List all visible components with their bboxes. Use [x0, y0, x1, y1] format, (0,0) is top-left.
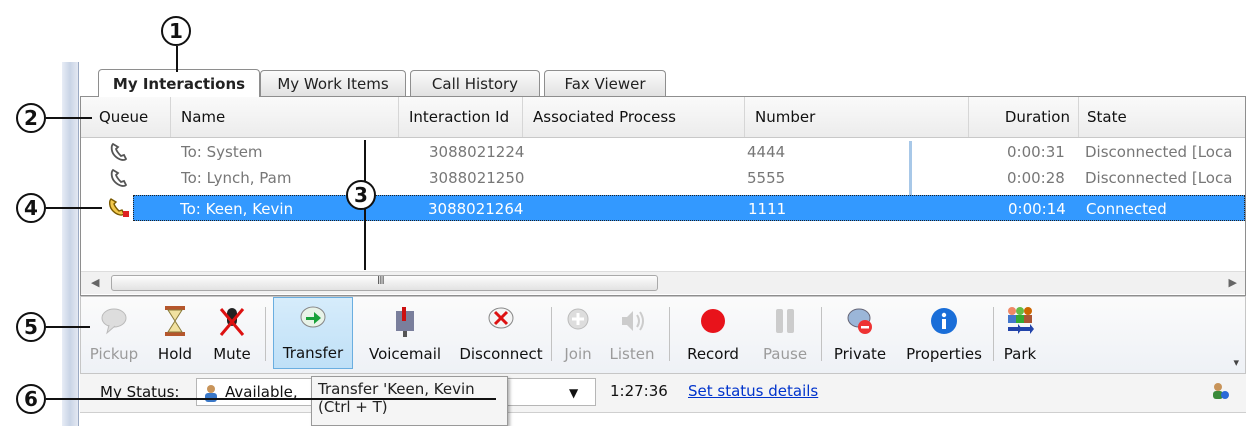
tooltip-line-1: Transfer 'Keen, Kevin	[318, 380, 475, 398]
horizontal-scrollbar[interactable]: ◀ III ▶	[81, 271, 1245, 294]
callout-1-line	[176, 46, 178, 72]
toolbar-separator	[265, 307, 266, 361]
column-name[interactable]: Name	[171, 97, 399, 137]
speech-bubble-icon	[96, 301, 132, 341]
dropdown-arrow-icon[interactable]: ▼	[569, 386, 578, 400]
column-state[interactable]: State	[1079, 97, 1245, 137]
row-interaction-id: 3088021224	[429, 143, 525, 161]
park-button[interactable]: Park	[999, 297, 1041, 369]
join-icon	[560, 301, 596, 341]
row-state: Disconnected [Loca	[1085, 143, 1233, 161]
mailbox-icon	[387, 301, 423, 341]
column-associated-process[interactable]: Associated Process	[523, 97, 745, 137]
transfer-button[interactable]: Transfer	[273, 297, 353, 369]
column-interaction-id[interactable]: Interaction Id	[399, 97, 523, 137]
toolbar-separator	[669, 307, 670, 361]
private-icon	[842, 301, 878, 341]
row-name: To: System	[181, 143, 263, 161]
callout-5-line	[46, 326, 90, 328]
toolbar-separator	[993, 307, 994, 361]
row-duration: 0:00:31	[1007, 143, 1065, 161]
park-icon	[1002, 301, 1038, 341]
column-number[interactable]: Number	[745, 97, 969, 137]
column-duration[interactable]: Duration	[969, 97, 1079, 137]
speaker-icon	[614, 301, 650, 341]
row-number: 5555	[747, 169, 786, 187]
callout-4-line	[46, 207, 102, 209]
voicemail-button[interactable]: Voicemail	[359, 297, 451, 369]
hourglass-icon	[157, 301, 193, 341]
set-status-details-link[interactable]: Set status details	[688, 382, 818, 400]
row-interaction-id: 3088021264	[428, 200, 524, 218]
callout-1: 1	[161, 16, 191, 46]
mute-button[interactable]: Mute	[205, 297, 259, 369]
tab-fax-viewer[interactable]: Fax Viewer	[544, 70, 666, 96]
interactions-grid: Queue Name Interaction Id Associated Pro…	[80, 96, 1246, 296]
tab-call-history[interactable]: Call History	[410, 70, 540, 96]
table-row[interactable]: To: System 3088021224 4444 0:00:31 Disco…	[81, 139, 1245, 165]
row-name: To: Lynch, Pam	[181, 169, 292, 187]
record-icon	[695, 301, 731, 341]
listen-button[interactable]: Listen	[605, 297, 659, 369]
call-toolbar: Pickup Hold Mute Transfer Voicemail Disc…	[80, 296, 1246, 374]
transfer-tooltip: Transfer 'Keen, Kevin (Ctrl + T)	[311, 376, 508, 426]
callout-5: 5	[16, 312, 46, 342]
column-queue[interactable]: Queue	[81, 97, 171, 137]
row-interaction-id: 3088021250	[429, 169, 525, 187]
properties-button[interactable]: Properties	[899, 297, 989, 369]
record-button[interactable]: Record	[677, 297, 749, 369]
callout-2-line	[46, 117, 92, 119]
table-row[interactable]: To: Keen, Kevin 3088021264 1111 0:00:14 …	[133, 195, 1245, 221]
row-state: Connected	[1086, 200, 1167, 218]
toolbar-separator	[551, 307, 552, 361]
callout-6-line	[46, 398, 496, 400]
callout-4: 4	[16, 193, 46, 223]
table-row[interactable]: To: Lynch, Pam 3088021250 5555 0:00:28 D…	[81, 165, 1245, 191]
disconnect-button[interactable]: Disconnect	[455, 297, 547, 369]
callout-3: 3	[346, 180, 376, 210]
callout-6: 6	[16, 384, 46, 414]
transfer-icon	[295, 300, 331, 340]
tab-my-interactions[interactable]: My Interactions	[98, 69, 260, 97]
toolbar-overflow-icon[interactable]: ▾	[1233, 356, 1239, 369]
info-icon	[926, 301, 962, 341]
hold-button[interactable]: Hold	[149, 297, 201, 369]
status-time: 1:27:36	[610, 382, 668, 400]
scroll-left-icon[interactable]: ◀	[91, 276, 99, 289]
pickup-button[interactable]: Pickup	[85, 297, 143, 369]
disconnect-icon	[483, 301, 519, 341]
row-name: To: Keen, Kevin	[180, 200, 294, 218]
scrollbar-thumb[interactable]: III	[111, 274, 658, 291]
phone-disconnected-icon	[110, 142, 128, 161]
tooltip-line-2: (Ctrl + T)	[318, 398, 388, 416]
phone-disconnected-icon	[110, 168, 128, 187]
grid-header: Queue Name Interaction Id Associated Pro…	[81, 97, 1245, 138]
callout-2: 2	[16, 103, 46, 133]
pause-icon	[767, 301, 803, 341]
microphone-muted-icon	[214, 301, 250, 341]
join-button[interactable]: Join	[557, 297, 599, 369]
private-button[interactable]: Private	[827, 297, 893, 369]
row-duration: 0:00:28	[1007, 169, 1065, 187]
tab-my-work-items[interactable]: My Work Items	[260, 70, 406, 96]
row-duration: 0:00:14	[1008, 200, 1066, 218]
row-state: Disconnected [Loca	[1085, 169, 1233, 187]
phone-connected-icon	[108, 198, 129, 217]
user-status-icon[interactable]	[1210, 381, 1230, 405]
scroll-right-icon[interactable]: ▶	[1229, 276, 1237, 289]
row-number: 1111	[748, 200, 787, 218]
toolbar-separator	[821, 307, 822, 361]
pause-button[interactable]: Pause	[755, 297, 815, 369]
row-number: 4444	[747, 143, 786, 161]
